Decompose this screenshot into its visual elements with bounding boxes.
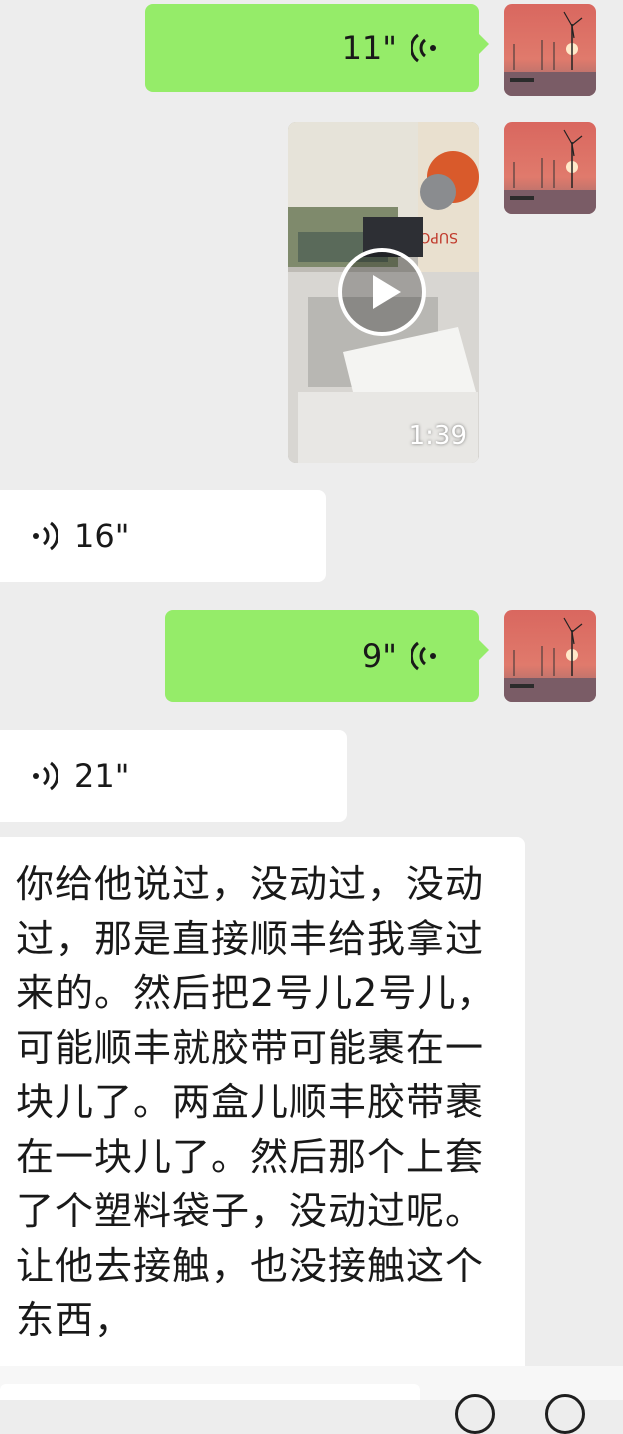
other-text-message[interactable]: 你给他说过，没动过，没动过，那是直接顺丰给我拿过来的。然后把2号儿2号儿，可能顺…: [0, 837, 525, 1367]
avatar-sunset-windmill-icon: [504, 4, 596, 96]
avatar[interactable]: [504, 122, 596, 214]
voice-duration: 9": [361, 637, 397, 675]
add-icon[interactable]: [545, 1394, 585, 1434]
message-input[interactable]: [0, 1384, 420, 1400]
voice-wave-icon: [33, 761, 58, 791]
play-icon[interactable]: [338, 248, 426, 336]
other-voice-message-2[interactable]: 21": [0, 730, 347, 822]
avatar-sunset-windmill-icon: [504, 122, 596, 214]
voice-wave-icon: [33, 521, 58, 551]
avatar[interactable]: [504, 4, 596, 96]
voice-duration: 21": [74, 757, 130, 795]
my-voice-message-2[interactable]: 9": [165, 610, 489, 702]
emoji-icon[interactable]: [455, 1394, 495, 1434]
my-video-message[interactable]: SUPO 1:39: [288, 122, 479, 463]
voice-wave-icon: [411, 641, 436, 671]
other-voice-message-1[interactable]: 16": [0, 490, 326, 582]
avatar[interactable]: [504, 610, 596, 702]
voice-duration: 16": [74, 517, 130, 555]
video-duration: 1:39: [408, 421, 467, 451]
voice-wave-icon: [411, 33, 436, 63]
svg-text:SUPO: SUPO: [419, 229, 458, 245]
my-voice-message-1[interactable]: 11": [145, 4, 489, 92]
voice-duration: 11": [341, 29, 397, 67]
message-text: 你给他说过，没动过，没动过，那是直接顺丰给我拿过来的。然后把2号儿2号儿，可能顺…: [16, 862, 496, 1342]
avatar-sunset-windmill-icon: [504, 610, 596, 702]
